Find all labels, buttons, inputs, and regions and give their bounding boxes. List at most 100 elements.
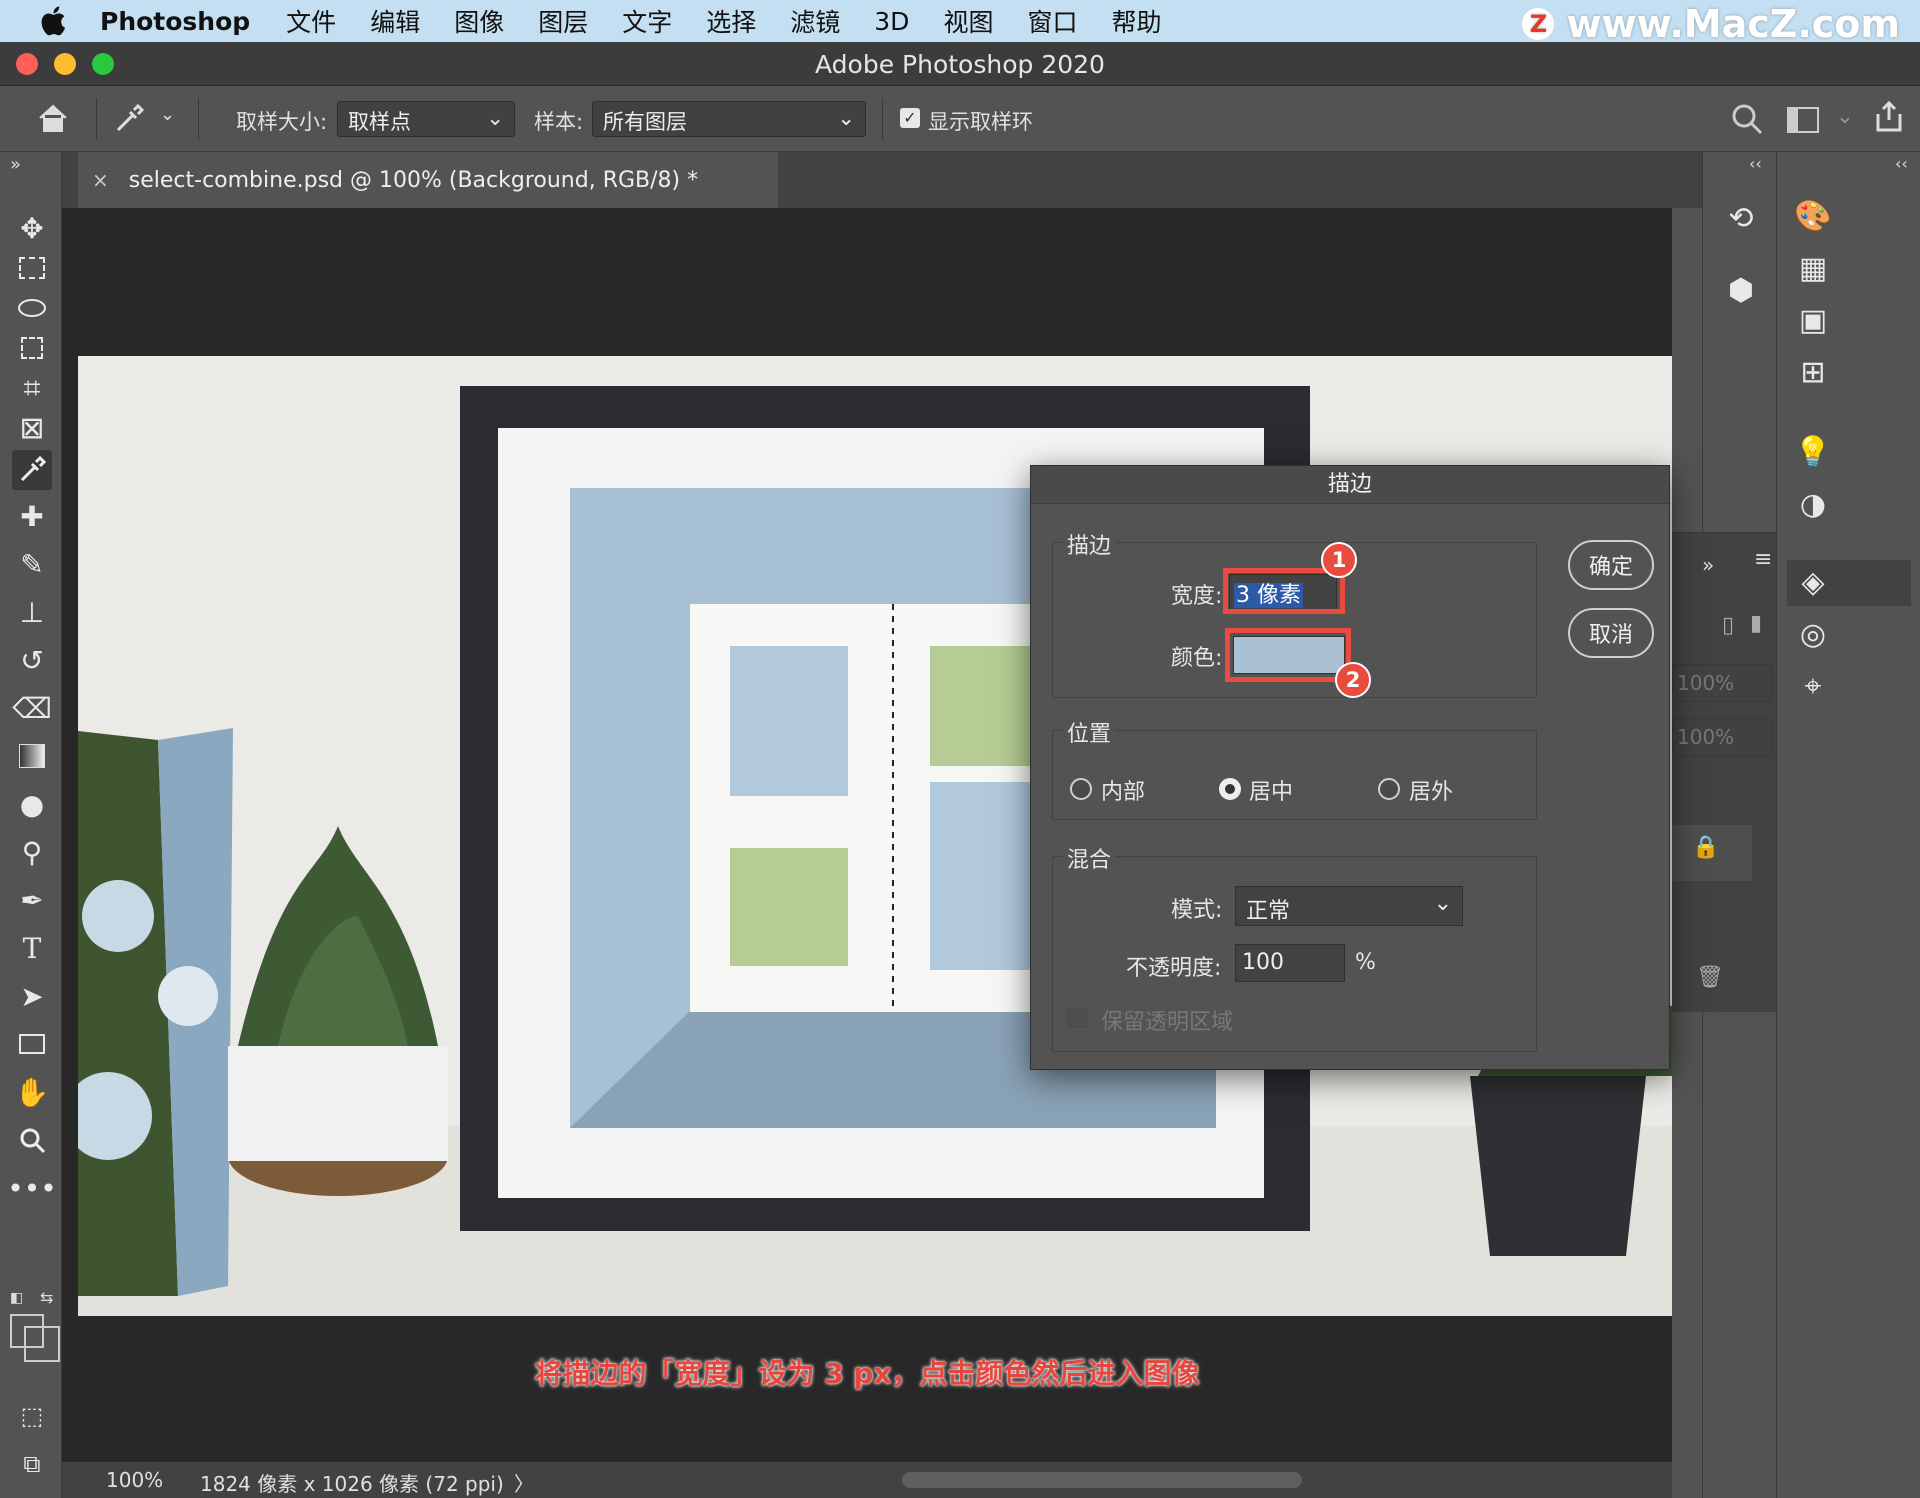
type-icon[interactable]: T xyxy=(12,928,52,968)
quick-mask-icon[interactable]: ⬚ xyxy=(12,1396,52,1436)
horizontal-scrollbar[interactable] xyxy=(902,1472,1302,1488)
opacity-unit: % xyxy=(1355,950,1376,975)
document-tab[interactable]: × select-combine.psd @ 100% (Background,… xyxy=(78,152,778,208)
more-icon[interactable]: ••• xyxy=(7,1168,57,1208)
hand-icon[interactable]: ✋ xyxy=(12,1072,52,1112)
collapse-dock-icon[interactable]: ‹‹ xyxy=(1749,154,1762,173)
foreground-color-swatch[interactable] xyxy=(10,1314,44,1348)
search-icon[interactable] xyxy=(1730,102,1764,136)
apple-icon[interactable] xyxy=(38,4,72,38)
menu-edit[interactable]: 编辑 xyxy=(370,3,420,39)
chevron-down-icon: ⌄ xyxy=(1433,891,1452,916)
cancel-button[interactable]: 取消 xyxy=(1568,608,1654,658)
menu-image[interactable]: 图像 xyxy=(454,3,504,39)
tools-panel: » ✥ ⌗ ⊠ ✚ ✎ ⊥ ↺ ⌫ ● ⚲ ✒ T ➤ ✋ ••• ◧ ⇆ ⬚ … xyxy=(0,152,62,1498)
menu-layer[interactable]: 图层 xyxy=(538,3,588,39)
separator xyxy=(96,98,97,140)
show-ring-checkbox[interactable]: ✓ xyxy=(900,108,920,128)
object-select-icon[interactable] xyxy=(12,328,52,368)
radio-center[interactable] xyxy=(1219,778,1241,800)
pen-icon[interactable]: ✒ xyxy=(12,880,52,920)
default-colors-icon[interactable]: ◧ xyxy=(10,1290,23,1306)
collapse-dock-icon[interactable]: ‹‹ xyxy=(1895,154,1908,173)
gradient-icon[interactable] xyxy=(12,736,52,776)
opacity-input[interactable]: 100 xyxy=(1235,944,1345,982)
separator xyxy=(198,98,199,140)
lock-pixels-icon[interactable]: ▯ xyxy=(1722,613,1734,638)
swap-colors-icon[interactable]: ⇆ xyxy=(40,1288,53,1307)
color-palette-icon[interactable]: 🎨 xyxy=(1791,194,1835,238)
stroke-dialog: 描边 描边 宽度: 3 像素 1 颜色: 2 位置 内部 居中 居外 混合 模式… xyxy=(1030,465,1670,1070)
gradients-icon[interactable]: ▣ xyxy=(1791,298,1835,342)
adjustments-icon[interactable]: ◑ xyxy=(1791,482,1835,526)
stamp-icon[interactable]: ⊥ xyxy=(12,592,52,632)
status-info-arrow[interactable]: 〉 xyxy=(514,1468,534,1497)
panel-menu-icon[interactable]: ≡ xyxy=(1754,547,1772,572)
menu-window[interactable]: 窗口 xyxy=(1027,3,1077,39)
mode-select[interactable]: 正常 ⌄ xyxy=(1235,886,1463,926)
close-tab-icon[interactable]: × xyxy=(92,168,109,192)
watermark: Z www.MacZ.com xyxy=(1522,2,1900,46)
swatches-icon[interactable]: ▦ xyxy=(1791,246,1835,290)
path-select-icon[interactable]: ➤ xyxy=(12,976,52,1016)
menu-app-name[interactable]: Photoshop xyxy=(100,7,250,36)
learn-icon[interactable]: 💡 xyxy=(1791,430,1835,474)
dodge-icon[interactable]: ⚲ xyxy=(12,832,52,872)
layer-lock-icon: 🔒 xyxy=(1692,835,1720,860)
history-icon[interactable]: ⟲ xyxy=(1719,196,1763,240)
blur-icon[interactable]: ● xyxy=(12,784,52,824)
3d-icon[interactable]: ⬢ xyxy=(1719,268,1763,312)
screen-mode-icon[interactable]: ⧉ xyxy=(12,1444,52,1484)
layer-fill-field[interactable]: 100% xyxy=(1672,718,1772,756)
brush-icon[interactable]: ✎ xyxy=(12,544,52,584)
document-tab-title: select-combine.psd @ 100% (Background, R… xyxy=(128,167,699,193)
layer-opacity-field[interactable]: 100% xyxy=(1672,664,1772,702)
blend-group-label: 混合 xyxy=(1063,842,1116,874)
home-icon[interactable] xyxy=(36,102,70,134)
radio-outside[interactable] xyxy=(1378,778,1400,800)
rectangle-icon[interactable] xyxy=(12,1024,52,1064)
channels-icon[interactable]: ◎ xyxy=(1791,612,1835,656)
menu-filter[interactable]: 滤镜 xyxy=(790,3,840,39)
menu-select[interactable]: 选择 xyxy=(706,3,756,39)
trash-icon[interactable]: 🗑 xyxy=(1696,965,1724,990)
radio-inside[interactable] xyxy=(1070,778,1092,800)
layers-icon[interactable]: ◈ xyxy=(1791,560,1835,604)
ok-button[interactable]: 确定 xyxy=(1568,540,1654,590)
history-brush-icon[interactable]: ↺ xyxy=(12,640,52,680)
crop-icon[interactable]: ⌗ xyxy=(12,368,52,408)
tool-preset-chevron-icon[interactable]: ⌄ xyxy=(160,104,175,125)
color-highlight xyxy=(1225,628,1351,682)
move-icon[interactable]: ✥ xyxy=(12,208,52,248)
zoom-level[interactable]: 100% xyxy=(106,1468,163,1492)
preserve-transparency-checkbox[interactable] xyxy=(1067,1008,1087,1028)
zoom-icon[interactable] xyxy=(12,1120,52,1160)
healing-icon[interactable]: ✚ xyxy=(12,496,52,536)
menu-file[interactable]: 文件 xyxy=(286,3,336,39)
paths-icon[interactable]: ⌖ xyxy=(1791,664,1835,708)
frame-icon[interactable]: ⊠ xyxy=(12,408,52,448)
menu-type[interactable]: 文字 xyxy=(622,3,672,39)
outside-label: 居外 xyxy=(1409,780,1454,805)
lasso-icon[interactable] xyxy=(12,288,52,328)
sample-size-value: 取样点 xyxy=(348,110,411,134)
workspace-icon[interactable] xyxy=(1786,106,1820,134)
lock-all-icon[interactable]: ▮ xyxy=(1750,611,1762,636)
patterns-icon[interactable]: ⊞ xyxy=(1791,350,1835,394)
share-icon[interactable] xyxy=(1872,100,1906,134)
eyedropper-tool-icon[interactable] xyxy=(112,102,146,136)
chevron-down-icon: ⌄ xyxy=(837,106,855,130)
eyedropper-icon[interactable] xyxy=(12,450,52,490)
menu-view[interactable]: 视图 xyxy=(943,3,993,39)
workspace-chevron-icon[interactable]: ⌄ xyxy=(1836,104,1854,128)
expand-tools-icon[interactable]: » xyxy=(10,154,21,175)
menu-3d[interactable]: 3D xyxy=(874,7,909,36)
panel-expand-icon[interactable]: » xyxy=(1702,553,1714,577)
eraser-icon[interactable]: ⌫ xyxy=(12,688,52,728)
menu-help[interactable]: 帮助 xyxy=(1111,3,1161,39)
sample-select[interactable]: 所有图层 ⌄ xyxy=(592,101,866,137)
marquee-icon[interactable] xyxy=(12,248,52,288)
mode-label: 模式: xyxy=(1171,898,1223,923)
document-tab-bar: × select-combine.psd @ 100% (Background,… xyxy=(62,152,1702,208)
sample-size-select[interactable]: 取样点 ⌄ xyxy=(337,101,515,137)
